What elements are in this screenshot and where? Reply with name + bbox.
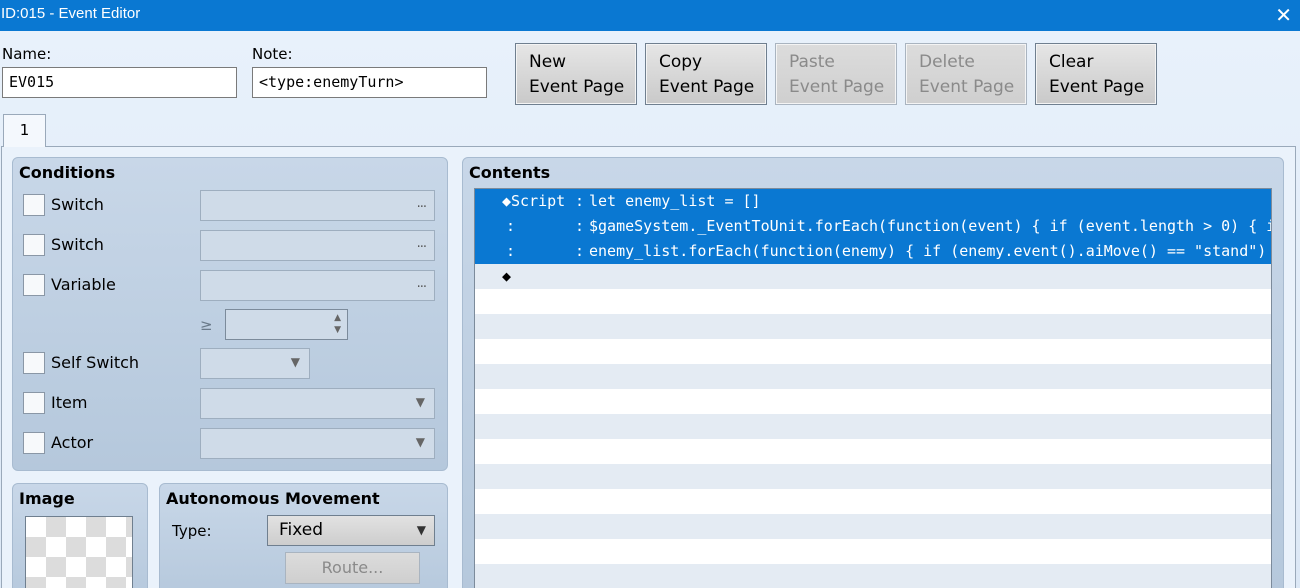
type-label: Type: (172, 522, 212, 540)
button-line2: Event Page (659, 77, 755, 97)
list-empty-row (475, 514, 1271, 539)
actor-select[interactable]: ▼ (200, 428, 435, 459)
copy-event-page-button[interactable]: Copy Event Page (645, 43, 767, 105)
list-empty-row (475, 389, 1271, 414)
spin-up-icon[interactable]: ▲ (334, 313, 341, 323)
autonomous-movement-panel: Autonomous Movement Type: Fixed ▼ Route.… (159, 483, 448, 588)
command-row-script-continued[interactable]: : : $gameSystem._EventToUnit.forEach(fun… (475, 214, 1271, 239)
variable-label: Variable (51, 275, 116, 294)
switch2-select[interactable]: ... (200, 230, 435, 261)
route-button[interactable]: Route... (285, 552, 420, 584)
list-empty-row (475, 364, 1271, 389)
command-separator: : (575, 192, 585, 210)
delete-event-page-button[interactable]: Delete Event Page (905, 43, 1027, 105)
self-switch-checkbox[interactable] (23, 352, 45, 374)
image-title: Image (19, 489, 75, 508)
button-line1: Paste (789, 52, 835, 72)
chevron-down-icon: ▼ (415, 435, 425, 449)
autonomous-movement-title: Autonomous Movement (166, 489, 380, 508)
event-page-area: Conditions Switch ... Switch ... Variabl… (1, 146, 1296, 588)
switch2-checkbox[interactable] (23, 234, 45, 256)
command-text: enemy_list.forEach(function(enemy) { if … (589, 242, 1271, 260)
window-title: ID:015 - Event Editor (1, 5, 141, 22)
note-field[interactable]: <type:enemyTurn> (252, 67, 487, 98)
close-icon[interactable]: ✕ (1275, 3, 1292, 27)
actor-checkbox[interactable] (23, 432, 45, 454)
event-image-thumbnail[interactable] (25, 516, 133, 588)
variable-value-spinner[interactable]: ▲ ▼ (225, 309, 348, 340)
switch1-select[interactable]: ... (200, 190, 435, 221)
button-line2: Event Page (789, 77, 885, 97)
button-line1: Clear (1049, 52, 1094, 72)
switch1-label: Switch (51, 195, 104, 214)
new-event-page-button[interactable]: New Event Page (515, 43, 637, 105)
command-prefix: ◆Script (502, 192, 566, 210)
list-empty-row (475, 414, 1271, 439)
switch1-checkbox[interactable] (23, 194, 45, 216)
self-switch-label: Self Switch (51, 353, 140, 372)
movement-type-select[interactable]: Fixed ▼ (267, 515, 435, 546)
list-empty-row (475, 489, 1271, 514)
item-label: Item (51, 393, 88, 412)
command-row-end[interactable]: ◆ (475, 264, 1271, 289)
command-prefix: : (506, 242, 516, 260)
self-switch-select[interactable]: ▼ (200, 348, 310, 379)
button-line2: Event Page (529, 77, 625, 97)
ellipsis-icon: ... (416, 236, 427, 251)
title-bar: ID:015 - Event Editor ✕ (0, 0, 1300, 31)
command-row-script[interactable]: ◆Script : let enemy_list = [] (475, 189, 1271, 214)
button-line2: Event Page (1049, 77, 1145, 97)
command-row-script-continued[interactable]: : : enemy_list.forEach(function(enemy) {… (475, 239, 1271, 264)
command-separator: : (575, 242, 585, 260)
variable-checkbox[interactable] (23, 274, 45, 296)
ge-symbol: ≥ (200, 316, 213, 334)
list-empty-row (475, 539, 1271, 564)
name-label: Name: (2, 45, 52, 63)
list-empty-row (475, 314, 1271, 339)
list-empty-row (475, 439, 1271, 464)
button-line1: Copy (659, 52, 703, 72)
button-line1: New (529, 52, 567, 72)
clear-event-page-button[interactable]: Clear Event Page (1035, 43, 1157, 105)
spin-down-icon[interactable]: ▼ (334, 325, 341, 335)
conditions-title: Conditions (19, 163, 116, 182)
command-text: let enemy_list = [] (589, 192, 761, 210)
button-line2: Event Page (919, 77, 1015, 97)
chevron-down-icon: ▼ (415, 395, 425, 409)
ellipsis-icon: ... (416, 196, 427, 211)
note-label: Note: (252, 45, 293, 63)
ellipsis-icon: ... (416, 276, 427, 291)
button-line1: Delete (919, 52, 975, 72)
name-field[interactable]: EV015 (2, 67, 237, 98)
image-panel: Image (12, 483, 148, 588)
variable-select[interactable]: ... (200, 270, 435, 301)
command-prefix: : (506, 217, 516, 235)
tab-page-1[interactable]: 1 (3, 114, 46, 147)
chevron-down-icon: ▼ (416, 523, 426, 537)
conditions-panel: Conditions Switch ... Switch ... Variabl… (12, 157, 448, 471)
list-empty-row (475, 464, 1271, 489)
item-checkbox[interactable] (23, 392, 45, 414)
command-text: $gameSystem._EventToUnit.forEach(functio… (589, 217, 1271, 235)
command-separator: : (575, 217, 585, 235)
actor-label: Actor (51, 433, 94, 452)
list-empty-row (475, 564, 1271, 588)
contents-panel: Contents ◆Script : let enemy_list = []:… (462, 157, 1284, 588)
list-empty-row (475, 289, 1271, 314)
command-list[interactable]: ◆Script : let enemy_list = [] : : $gameS… (474, 188, 1272, 588)
list-empty-row (475, 339, 1271, 364)
editor-body: Name: EV015 Note: <type:enemyTurn> New E… (0, 31, 1300, 588)
command-end-marker: ◆ (502, 267, 512, 285)
chevron-down-icon: ▼ (290, 355, 300, 369)
contents-title: Contents (469, 163, 551, 182)
item-select[interactable]: ▼ (200, 388, 435, 419)
movement-type-value: Fixed (279, 520, 324, 540)
switch2-label: Switch (51, 235, 104, 254)
paste-event-page-button[interactable]: Paste Event Page (775, 43, 897, 105)
